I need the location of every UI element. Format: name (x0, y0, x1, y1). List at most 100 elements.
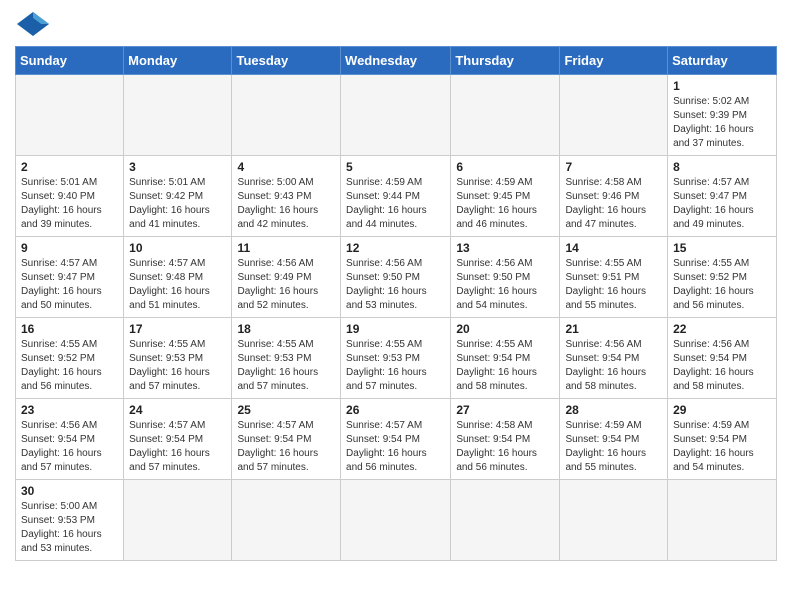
day-info: Sunrise: 4:56 AM Sunset: 9:54 PM Dayligh… (673, 338, 771, 394)
calendar-cell: 18 Sunrise: 4:55 AM Sunset: 9:53 PM Dayli… (232, 318, 341, 399)
day-info: Sunrise: 4:55 AM Sunset: 9:51 PM Dayligh… (565, 257, 662, 313)
day-number: 22 (673, 322, 771, 336)
calendar-cell: 8 Sunrise: 4:57 AM Sunset: 9:47 PM Daylig… (668, 156, 777, 237)
calendar-cell: 28Sunrise: 4:59 AM Sunset: 9:54 PM Dayli… (560, 399, 668, 480)
calendar-header: SundayMondayTuesdayWednesdayThursdayFrid… (16, 47, 777, 75)
day-number: 18 (237, 322, 335, 336)
day-header-thursday: Thursday (451, 47, 560, 75)
day-info: Sunrise: 4:57 AM Sunset: 9:48 PM Dayligh… (129, 257, 226, 313)
calendar-cell: 17Sunrise: 4:55 AM Sunset: 9:53 PM Dayli… (124, 318, 232, 399)
day-header-saturday: Saturday (668, 47, 777, 75)
calendar-cell (341, 480, 451, 561)
day-number: 5 (346, 160, 445, 174)
page-header (15, 10, 777, 38)
calendar-cell: 29Sunrise: 4:59 AM Sunset: 9:54 PM Dayli… (668, 399, 777, 480)
day-number: 4 (237, 160, 335, 174)
day-number: 7 (565, 160, 662, 174)
calendar-cell: 13 Sunrise: 4:56 AM Sunset: 9:50 PM Dayli… (451, 237, 560, 318)
day-header-wednesday: Wednesday (341, 47, 451, 75)
day-number: 30 (21, 484, 118, 498)
calendar-week-5: 23Sunrise: 4:56 AM Sunset: 9:54 PM Dayli… (16, 399, 777, 480)
day-info: Sunrise: 5:00 AM Sunset: 9:43 PM Dayligh… (237, 176, 335, 232)
day-number: 13 (456, 241, 554, 255)
day-info: Sunrise: 4:57 AM Sunset: 9:47 PM Dayligh… (673, 176, 771, 232)
day-info: Sunrise: 4:57 AM Sunset: 9:54 PM Dayligh… (237, 419, 335, 475)
day-info: Sunrise: 4:57 AM Sunset: 9:54 PM Dayligh… (346, 419, 445, 475)
calendar-week-2: 2Sunrise: 5:01 AM Sunset: 9:40 PM Daylig… (16, 156, 777, 237)
day-info: Sunrise: 4:55 AM Sunset: 9:52 PM Dayligh… (673, 257, 771, 313)
day-info: Sunrise: 5:00 AM Sunset: 9:53 PM Dayligh… (21, 500, 118, 556)
calendar-cell: 26 Sunrise: 4:57 AM Sunset: 9:54 PM Dayli… (341, 399, 451, 480)
calendar-cell: 3 Sunrise: 5:01 AM Sunset: 9:42 PM Daylig… (124, 156, 232, 237)
day-number: 2 (21, 160, 118, 174)
calendar-cell (560, 480, 668, 561)
calendar-cell: 16Sunrise: 4:55 AM Sunset: 9:52 PM Dayli… (16, 318, 124, 399)
calendar-week-4: 16Sunrise: 4:55 AM Sunset: 9:52 PM Dayli… (16, 318, 777, 399)
day-header-friday: Friday (560, 47, 668, 75)
day-info: Sunrise: 4:59 AM Sunset: 9:45 PM Dayligh… (456, 176, 554, 232)
calendar-cell: 1Sunrise: 5:02 AM Sunset: 9:39 PM Daylig… (668, 75, 777, 156)
day-number: 15 (673, 241, 771, 255)
calendar-cell (560, 75, 668, 156)
day-number: 6 (456, 160, 554, 174)
day-number: 28 (565, 403, 662, 417)
calendar-week-6: 30 Sunrise: 5:00 AM Sunset: 9:53 PM Dayli… (16, 480, 777, 561)
day-info: Sunrise: 4:58 AM Sunset: 9:54 PM Dayligh… (456, 419, 554, 475)
day-info: Sunrise: 4:56 AM Sunset: 9:50 PM Dayligh… (456, 257, 554, 313)
day-number: 8 (673, 160, 771, 174)
calendar-cell (451, 480, 560, 561)
calendar-cell (341, 75, 451, 156)
day-info: Sunrise: 5:02 AM Sunset: 9:39 PM Dayligh… (673, 95, 771, 151)
calendar-cell: 24 Sunrise: 4:57 AM Sunset: 9:54 PM Dayli… (124, 399, 232, 480)
day-info: Sunrise: 4:56 AM Sunset: 9:54 PM Dayligh… (21, 419, 118, 475)
day-number: 19 (346, 322, 445, 336)
day-info: Sunrise: 5:01 AM Sunset: 9:42 PM Dayligh… (129, 176, 226, 232)
calendar-cell: 6 Sunrise: 4:59 AM Sunset: 9:45 PM Daylig… (451, 156, 560, 237)
calendar-cell (16, 75, 124, 156)
day-info: Sunrise: 4:56 AM Sunset: 9:50 PM Dayligh… (346, 257, 445, 313)
day-info: Sunrise: 4:58 AM Sunset: 9:46 PM Dayligh… (565, 176, 662, 232)
calendar-cell: 9 Sunrise: 4:57 AM Sunset: 9:47 PM Daylig… (16, 237, 124, 318)
calendar-table: SundayMondayTuesdayWednesdayThursdayFrid… (15, 46, 777, 561)
day-header-monday: Monday (124, 47, 232, 75)
day-info: Sunrise: 4:55 AM Sunset: 9:53 PM Dayligh… (237, 338, 335, 394)
calendar-cell: 2Sunrise: 5:01 AM Sunset: 9:40 PM Daylig… (16, 156, 124, 237)
day-info: Sunrise: 4:55 AM Sunset: 9:52 PM Dayligh… (21, 338, 118, 394)
calendar-cell (451, 75, 560, 156)
day-number: 12 (346, 241, 445, 255)
day-number: 17 (129, 322, 226, 336)
day-header-sunday: Sunday (16, 47, 124, 75)
day-header-row: SundayMondayTuesdayWednesdayThursdayFrid… (16, 47, 777, 75)
calendar-cell: 5 Sunrise: 4:59 AM Sunset: 9:44 PM Daylig… (341, 156, 451, 237)
calendar-cell: 4 Sunrise: 5:00 AM Sunset: 9:43 PM Daylig… (232, 156, 341, 237)
day-info: Sunrise: 4:59 AM Sunset: 9:44 PM Dayligh… (346, 176, 445, 232)
day-info: Sunrise: 4:56 AM Sunset: 9:49 PM Dayligh… (237, 257, 335, 313)
day-number: 21 (565, 322, 662, 336)
calendar-week-1: 1Sunrise: 5:02 AM Sunset: 9:39 PM Daylig… (16, 75, 777, 156)
calendar-cell: 22 Sunrise: 4:56 AM Sunset: 9:54 PM Dayli… (668, 318, 777, 399)
day-number: 26 (346, 403, 445, 417)
day-number: 24 (129, 403, 226, 417)
day-info: Sunrise: 4:55 AM Sunset: 9:54 PM Dayligh… (456, 338, 554, 394)
day-number: 27 (456, 403, 554, 417)
day-number: 14 (565, 241, 662, 255)
day-number: 9 (21, 241, 118, 255)
day-info: Sunrise: 4:57 AM Sunset: 9:54 PM Dayligh… (129, 419, 226, 475)
calendar-cell: 11 Sunrise: 4:56 AM Sunset: 9:49 PM Dayli… (232, 237, 341, 318)
calendar-cell: 19Sunrise: 4:55 AM Sunset: 9:53 PM Dayli… (341, 318, 451, 399)
calendar-cell: 12 Sunrise: 4:56 AM Sunset: 9:50 PM Dayli… (341, 237, 451, 318)
calendar-cell: 14 Sunrise: 4:55 AM Sunset: 9:51 PM Dayli… (560, 237, 668, 318)
logo-icon (15, 10, 51, 38)
day-info: Sunrise: 4:56 AM Sunset: 9:54 PM Dayligh… (565, 338, 662, 394)
calendar-cell: 27 Sunrise: 4:58 AM Sunset: 9:54 PM Dayli… (451, 399, 560, 480)
day-number: 11 (237, 241, 335, 255)
calendar-cell: 23Sunrise: 4:56 AM Sunset: 9:54 PM Dayli… (16, 399, 124, 480)
calendar-cell: 25Sunrise: 4:57 AM Sunset: 9:54 PM Dayli… (232, 399, 341, 480)
day-info: Sunrise: 4:57 AM Sunset: 9:47 PM Dayligh… (21, 257, 118, 313)
calendar-cell (232, 480, 341, 561)
day-number: 3 (129, 160, 226, 174)
calendar-cell (124, 480, 232, 561)
day-header-tuesday: Tuesday (232, 47, 341, 75)
logo (15, 10, 55, 38)
calendar-cell: 7 Sunrise: 4:58 AM Sunset: 9:46 PM Daylig… (560, 156, 668, 237)
